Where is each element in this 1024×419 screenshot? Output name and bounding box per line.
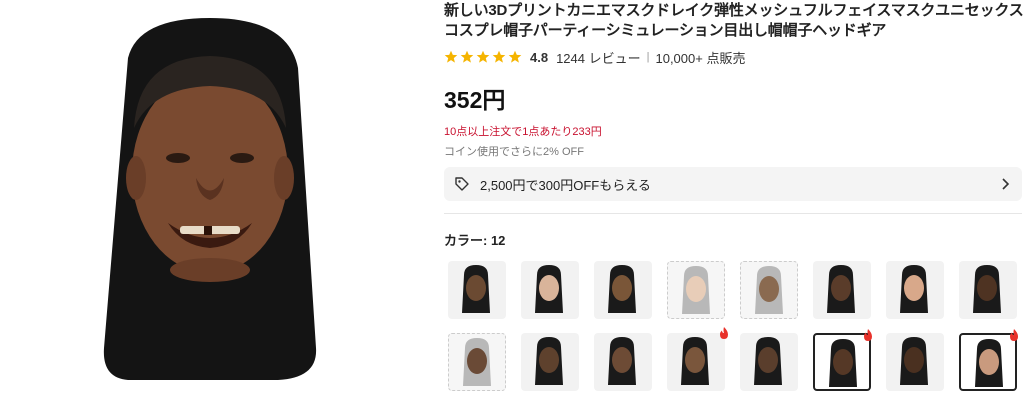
price: 352円 [444,87,506,113]
product-image-panel [0,0,430,419]
mask-image-illustration [103,18,317,380]
color-option-6[interactable] [813,261,871,319]
star-icon [476,50,490,63]
rating-row[interactable]: 4.8 1244 レビュー | 10,000+ 点販売 [444,47,1024,67]
mask-thumbnail-image [608,337,636,385]
mask-thumbnail-image [827,265,855,313]
bulk-offer: 10点以上注文で1点あたり233円 [444,126,602,138]
star-icon [444,50,458,63]
color-option-2[interactable] [521,261,579,319]
color-option-14[interactable] [813,329,872,391]
mask-thumbnail-image [755,266,783,314]
color-option-12[interactable] [667,327,728,391]
product-info: 新しい3Dプリントカニエマスクドレイク弾性メッシュフルフェイスマスクユニセックス… [444,0,1024,249]
sold-count: 10,000+ 点販売 [655,50,746,66]
star-icon [460,50,474,63]
star-icon [508,50,522,63]
coin-offer: コイン使用でさらに2% OFF [444,146,584,158]
hot-flame-icon [720,327,728,339]
mask-thumbnail-image [535,337,563,385]
mask-thumbnail-image [608,265,636,313]
mask-thumbnail-image [681,337,709,385]
color-option-7[interactable] [886,261,944,319]
rating-value: 4.8 [530,49,549,65]
mask-thumbnail-image [462,265,490,313]
product-main-image[interactable] [98,18,322,380]
star-icon [492,50,506,63]
review-count[interactable]: 1244 レビュー [556,48,641,67]
mask-thumbnail-image [900,265,928,313]
mask-thumbnail-image [975,339,1003,387]
coupon-tag-icon [455,177,469,191]
hot-flame-icon [864,329,872,341]
color-option-1[interactable] [448,261,506,319]
chevron-right-icon [1002,178,1010,190]
divider [444,213,1022,214]
star-rating [444,50,522,64]
product-title: 新しい3Dプリントカニエマスクドレイク弾性メッシュフルフェイスマスクユニセックス… [444,2,1024,39]
color-option-11[interactable] [594,333,652,391]
color-option-13[interactable] [740,333,798,391]
mask-thumbnail-image [900,337,928,385]
color-label: カラー: 12 [444,233,506,248]
mask-thumbnail-image [973,265,1001,313]
coupon-banner[interactable]: 2,500円で300円OFFもらえる [444,167,1022,201]
mask-thumbnail-image [754,337,782,385]
hot-flame-icon [1010,329,1018,341]
mask-thumbnail-image [682,266,710,314]
color-option-9[interactable] [448,333,506,391]
color-option-15[interactable] [886,333,944,391]
color-option-10[interactable] [521,333,579,391]
color-option-4[interactable] [667,261,725,319]
color-option-16[interactable] [959,329,1018,391]
mask-thumbnail-image [829,339,857,387]
mask-thumbnail-image [463,338,491,386]
separator: | [646,51,650,63]
color-option-8[interactable] [959,261,1017,319]
color-option-5[interactable] [740,261,798,319]
color-option-3[interactable] [594,261,652,319]
coupon-text: 2,500円で300円OFFもらえる [480,177,651,193]
mask-thumbnail-image [535,265,563,313]
